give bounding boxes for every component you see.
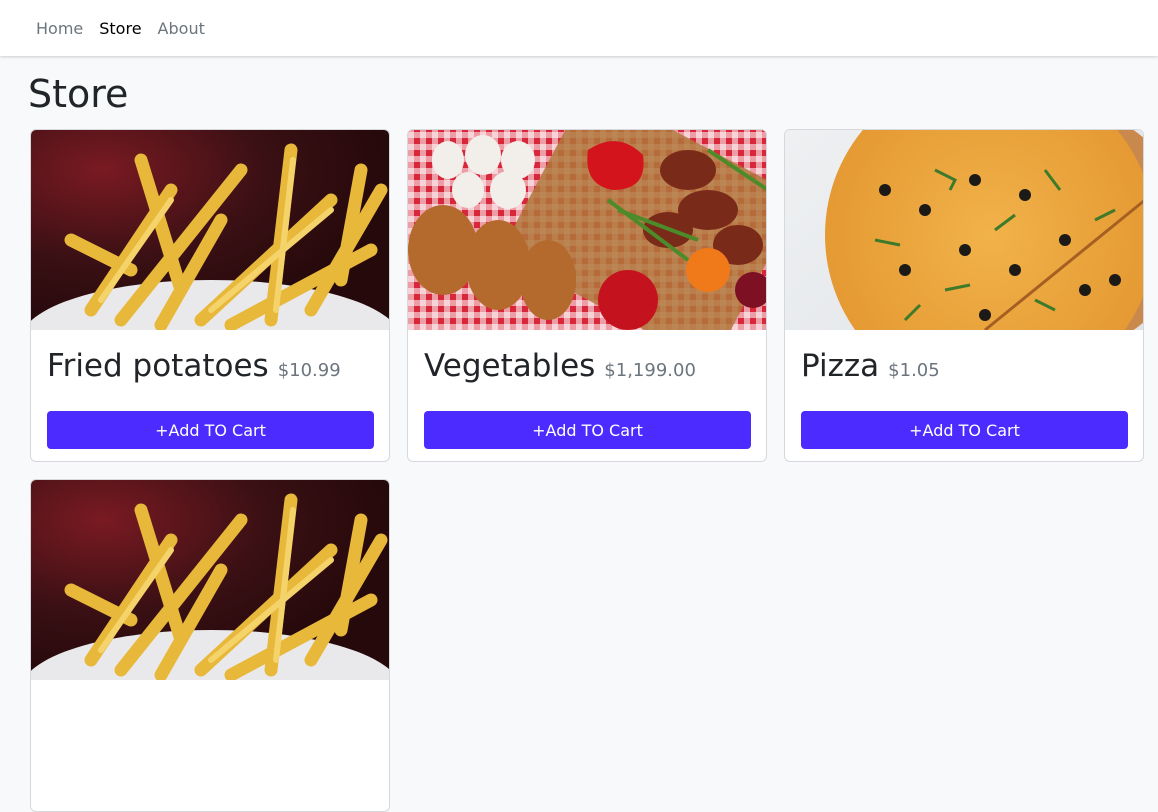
product-card-vegetables: Vegetables $1,199.00 +Add TO Cart <box>407 129 767 462</box>
nav-home-link[interactable]: Home <box>28 19 91 38</box>
product-image-fries <box>31 480 389 680</box>
product-image-pizza <box>785 130 1143 330</box>
product-name: Pizza <box>801 348 880 384</box>
add-to-cart-button[interactable]: +Add TO Cart <box>801 411 1128 449</box>
product-card-pizza: Pizza $1.05 +Add TO Cart <box>784 129 1144 462</box>
nav-store-link[interactable]: Store <box>91 19 149 38</box>
product-price: $10.99 <box>277 360 341 381</box>
product-name: Fried potatoes <box>47 348 269 384</box>
add-to-cart-button[interactable]: +Add TO Cart <box>47 411 374 449</box>
product-image-fries <box>31 130 389 330</box>
add-to-cart-button[interactable]: +Add TO Cart <box>424 411 751 449</box>
nav-about-link[interactable]: About <box>150 19 213 38</box>
product-name: Vegetables <box>424 348 596 384</box>
top-navbar: Home Store About <box>0 0 1158 56</box>
product-price: $1,199.00 <box>604 360 696 381</box>
product-card-fried-potatoes-2 <box>30 479 390 812</box>
product-card-fried-potatoes: Fried potatoes $10.99 +Add TO Cart <box>30 129 390 462</box>
page-title: Store <box>28 72 129 116</box>
product-price: $1.05 <box>888 360 940 381</box>
product-image-vegetables <box>408 130 766 330</box>
